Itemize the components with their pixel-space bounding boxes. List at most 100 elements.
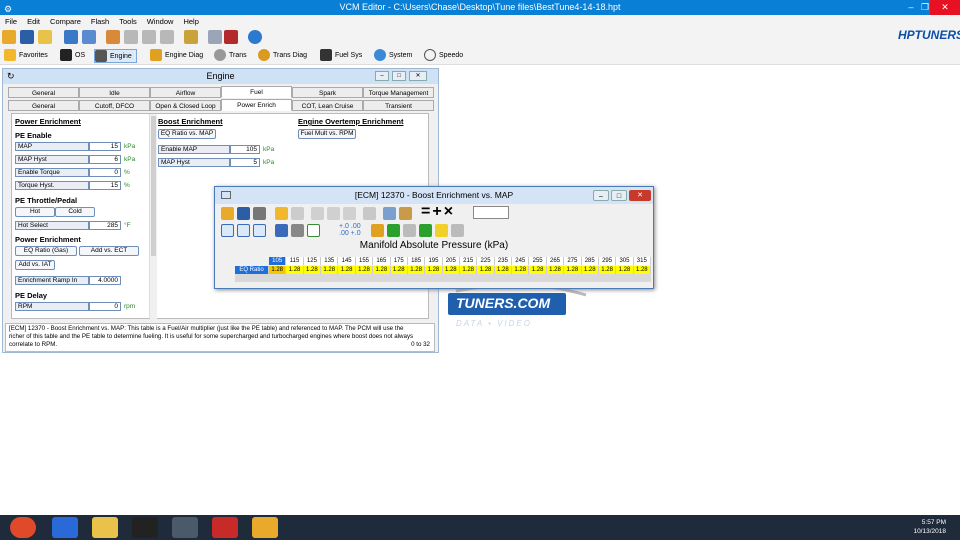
cold-button[interactable]: Cold <box>55 207 95 217</box>
rpm-input[interactable]: 0 <box>89 302 121 311</box>
add-vs-iat-button[interactable]: Add vs. IAT <box>15 260 55 270</box>
column-header[interactable]: 255 <box>529 257 547 265</box>
table-cell[interactable]: 1.28 <box>303 266 322 274</box>
enable-map-input[interactable]: 105 <box>230 145 260 154</box>
compare-icon[interactable] <box>160 30 174 44</box>
nav-speedo[interactable]: Speedo <box>424 49 463 63</box>
close-button[interactable]: ✕ <box>930 0 960 15</box>
tag-icon[interactable] <box>208 30 222 44</box>
tab-airflow[interactable]: Airflow <box>150 87 221 98</box>
print-icon[interactable] <box>253 207 266 220</box>
read-vehicle-icon[interactable] <box>64 30 78 44</box>
grid-view-icon[interactable] <box>275 224 288 237</box>
torque-hyst-input[interactable]: 15 <box>89 181 121 190</box>
enrichment-ramp-input[interactable]: 4.0000 <box>89 276 121 285</box>
column-header[interactable]: 215 <box>460 257 478 265</box>
eq-ratio-vs-map-button[interactable]: EQ Ratio vs. MAP <box>158 129 216 139</box>
table-open-icon[interactable] <box>221 207 234 220</box>
layout-columns-icon[interactable] <box>253 224 266 237</box>
add-vs-ect-button[interactable]: Add vs. ECT <box>79 246 139 256</box>
grid-scrollbar[interactable] <box>235 274 651 282</box>
table-cell[interactable]: 1.28 <box>373 266 391 274</box>
table-save-icon[interactable] <box>237 207 250 220</box>
grid-icon[interactable] <box>142 30 156 44</box>
table-cell[interactable]: 1.28 <box>286 266 304 274</box>
internet-explorer-icon[interactable] <box>52 517 78 538</box>
tab-torque-management[interactable]: Torque Management <box>363 87 434 98</box>
menu-tools[interactable]: Tools <box>114 15 142 28</box>
folder-icon[interactable] <box>38 30 52 44</box>
minimize-button[interactable]: – <box>902 0 920 15</box>
add-favorite-icon[interactable] <box>275 207 288 220</box>
table-cell[interactable]: 1.28 <box>616 266 634 274</box>
table-cell[interactable]: 1.28 <box>477 266 495 274</box>
column-header[interactable]: 275 <box>564 257 582 265</box>
tab-transient[interactable]: Transient <box>363 100 434 111</box>
column-header[interactable]: 165 <box>373 257 391 265</box>
map-hyst-input[interactable]: 6 <box>89 155 121 164</box>
nav-os[interactable]: OS <box>60 49 85 63</box>
fuel-mult-vs-rpm-button[interactable]: Fuel Mult vs. RPM <box>298 129 356 139</box>
paste-icon[interactable] <box>399 207 412 220</box>
column-header[interactable]: 115 <box>286 257 304 265</box>
menu-window[interactable]: Window <box>142 15 179 28</box>
file-explorer-icon[interactable] <box>92 517 118 538</box>
layout-single-icon[interactable] <box>221 224 234 237</box>
column-header[interactable]: 265 <box>546 257 565 265</box>
info-icon[interactable] <box>248 30 262 44</box>
nav-fuel-sys[interactable]: Fuel Sys <box>320 49 362 63</box>
eq-ratio-gas-button[interactable]: EQ Ratio (Gas) <box>15 246 77 256</box>
column-header[interactable]: 305 <box>616 257 634 265</box>
history-icon[interactable] <box>184 30 198 44</box>
panel-scrollbar[interactable] <box>149 114 157 320</box>
table-cell[interactable]: 1.28 <box>338 266 356 274</box>
menu-edit[interactable]: Edit <box>22 15 45 28</box>
column-header[interactable]: 125 <box>303 257 322 265</box>
table-cell[interactable]: 1.28 <box>407 266 426 274</box>
interpolate-icon[interactable] <box>403 224 416 237</box>
menu-compare[interactable]: Compare <box>45 15 86 28</box>
tab-idle[interactable]: Idle <box>79 87 150 98</box>
flash-icon[interactable] <box>106 30 120 44</box>
layout-split-icon[interactable] <box>237 224 250 237</box>
tab-open-closed-loop[interactable]: Open & Closed Loop <box>150 100 221 111</box>
table-cell[interactable]: 1.28 <box>355 266 374 274</box>
map-input[interactable]: 15 <box>89 142 121 151</box>
remove-favorite-icon[interactable] <box>291 207 304 220</box>
math-operators-icon[interactable]: =+× <box>421 203 455 221</box>
column-header[interactable]: 225 <box>477 257 495 265</box>
table-cell[interactable]: 1.28 <box>546 266 565 274</box>
adobe-icon[interactable] <box>212 517 238 538</box>
hot-button[interactable]: Hot <box>15 207 55 217</box>
diamond-icon[interactable] <box>291 224 304 237</box>
nav-favorites[interactable]: Favorites <box>4 49 48 63</box>
table-view-icon[interactable] <box>311 207 324 220</box>
tab-cutoff-dfco[interactable]: Cutoff, DFCO <box>79 100 150 111</box>
tab-cot-lean-cruise[interactable]: COT, Lean Cruise <box>292 100 363 111</box>
scanner-icon[interactable] <box>132 517 158 538</box>
copy-icon[interactable] <box>383 207 396 220</box>
save-icon[interactable] <box>20 30 34 44</box>
table-cell[interactable]: 1.28 <box>425 266 443 274</box>
interpolate-vertical-icon[interactable] <box>435 224 448 237</box>
column-header[interactable]: 155 <box>355 257 374 265</box>
scrollbar-thumb[interactable] <box>151 116 156 256</box>
column-header[interactable]: 135 <box>321 257 339 265</box>
nav-engine[interactable]: Engine <box>94 49 137 63</box>
column-header[interactable]: 205 <box>442 257 460 265</box>
color-fill-icon[interactable] <box>371 224 384 237</box>
interpolate-horizontal-icon[interactable] <box>419 224 432 237</box>
table-cell[interactable]: 1.28 <box>494 266 513 274</box>
graph-view-icon[interactable] <box>327 207 340 220</box>
tab-power-enrich[interactable]: Power Enrich <box>221 99 292 111</box>
engine-maximize-button[interactable]: □ <box>392 71 406 81</box>
tab-general[interactable]: General <box>8 87 79 98</box>
nav-engine-diag[interactable]: Engine Diag <box>150 49 203 63</box>
column-header[interactable]: 285 <box>581 257 599 265</box>
hot-select-input[interactable]: 285 <box>89 221 121 230</box>
line-graph-icon[interactable] <box>307 224 320 237</box>
boost-map-hyst-input[interactable]: 5 <box>230 158 260 167</box>
table-cell[interactable]: 1.28 <box>529 266 547 274</box>
clipboard-icon[interactable] <box>451 224 464 237</box>
column-header[interactable]: 315 <box>633 257 651 265</box>
